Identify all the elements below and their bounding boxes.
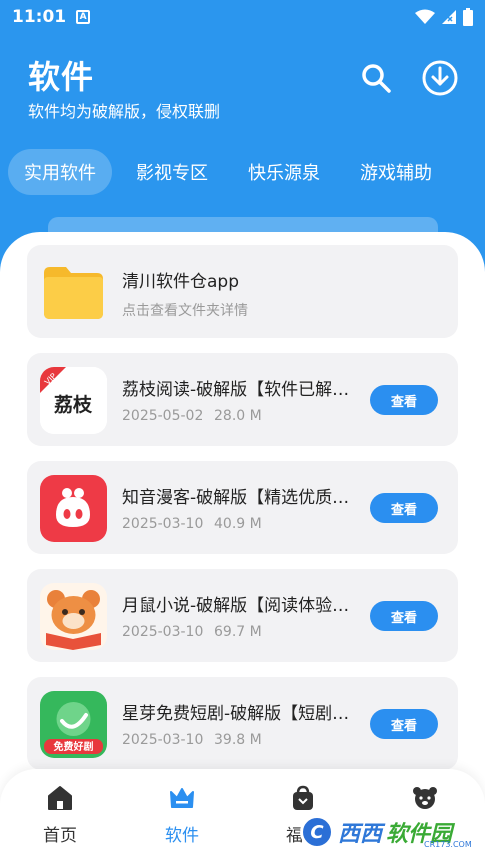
signal-icon (442, 10, 456, 24)
yueshu-novel-icon (40, 583, 107, 650)
app-date: 2025-03-10 (122, 732, 204, 748)
view-button[interactable]: 查看 (370, 709, 438, 739)
app-title: 荔枝阅读-破解版【软件已解锁】 (122, 380, 357, 400)
wifi-icon (415, 9, 435, 24)
home-icon (45, 783, 75, 813)
app-size: 40.9 M (214, 516, 262, 532)
app-title: 月鼠小说-破解版【阅读体验极佳】 (122, 596, 357, 616)
nav-software[interactable]: 软件 (137, 783, 227, 853)
app-title: 星芽免费短剧-破解版【短剧资源】 (122, 704, 357, 724)
svg-text:免费好剧: 免费好剧 (54, 740, 94, 753)
search-icon (362, 64, 391, 93)
svg-text:荔枝: 荔枝 (54, 393, 93, 416)
app-size: 28.0 M (214, 408, 262, 424)
app-size: 39.8 M (214, 732, 262, 748)
folder-icon (40, 259, 107, 326)
list-item[interactable]: 知音漫客-破解版【精选优质漫画】 2025-03-10 40.9 M 查看 (27, 461, 458, 554)
folder-item[interactable]: 清川软件仓app 点击查看文件夹详情 (27, 245, 458, 338)
watermark-logo: C (300, 815, 334, 849)
battery-icon (463, 8, 473, 26)
nav-home[interactable]: 首页 (15, 783, 105, 853)
status-bar: 11:01 A (0, 0, 485, 34)
app-date: 2025-05-02 (122, 408, 204, 424)
view-button[interactable]: 查看 (370, 493, 438, 523)
folder-title: 清川软件仓app (122, 272, 239, 292)
folder-description: 点击查看文件夹详情 (122, 303, 248, 319)
download-icon (422, 60, 458, 96)
tab-useful-software[interactable]: 实用软件 (8, 149, 112, 195)
app-date: 2025-03-10 (122, 624, 204, 640)
list-item[interactable]: VIP 荔枝 荔枝阅读-破解版【软件已解锁】 2025-05-02 28.0 M… (27, 353, 458, 446)
tab-movies[interactable]: 影视专区 (120, 149, 224, 195)
view-button[interactable]: 查看 (370, 385, 438, 415)
watermark-domain: CR173.COM (424, 840, 472, 849)
lychee-reader-icon: VIP 荔枝 (40, 367, 107, 434)
category-tabs: 实用软件 影视专区 快乐源泉 游戏辅助 (0, 146, 485, 198)
list-item[interactable]: 月鼠小说-破解版【阅读体验极佳】 2025-03-10 69.7 M 查看 (27, 569, 458, 662)
page-subtitle: 软件均为破解版，侵权联删 (28, 102, 221, 121)
bear-icon (410, 783, 440, 813)
tab-fun[interactable]: 快乐源泉 (232, 149, 336, 195)
tab-game-tools[interactable]: 游戏辅助 (344, 149, 448, 195)
page-title: 软件 (28, 58, 95, 96)
xingya-drama-icon: 免费好剧 (40, 691, 107, 758)
watermark-text: 西西 (338, 822, 383, 847)
header: 软件 软件均为破解版，侵权联删 (0, 34, 485, 134)
bag-icon (288, 783, 318, 813)
watermark: C 西西 软件园 CR173.COM (300, 812, 472, 852)
zhiyin-manke-icon (40, 475, 107, 542)
nav-home-label: 首页 (43, 826, 77, 846)
list-item[interactable]: 免费好剧 星芽免费短剧-破解版【短剧资源】 2025-03-10 39.8 M … (27, 677, 458, 770)
crown-icon (167, 783, 197, 813)
app-title: 知音漫客-破解版【精选优质漫画】 (122, 488, 357, 508)
nav-software-label: 软件 (165, 826, 199, 846)
app-date: 2025-03-10 (122, 516, 204, 532)
status-icons (415, 8, 473, 26)
notification-app-icon: A (76, 10, 91, 24)
view-button[interactable]: 查看 (370, 601, 438, 631)
app-size: 69.7 M (214, 624, 262, 640)
search-button[interactable] (356, 58, 396, 98)
download-button[interactable] (420, 58, 460, 98)
content-panel: 清川软件仓app 点击查看文件夹详情 VIP 荔枝 荔枝阅读-破解版【软件已解锁… (0, 232, 485, 862)
status-time: 11:01 (12, 7, 67, 27)
